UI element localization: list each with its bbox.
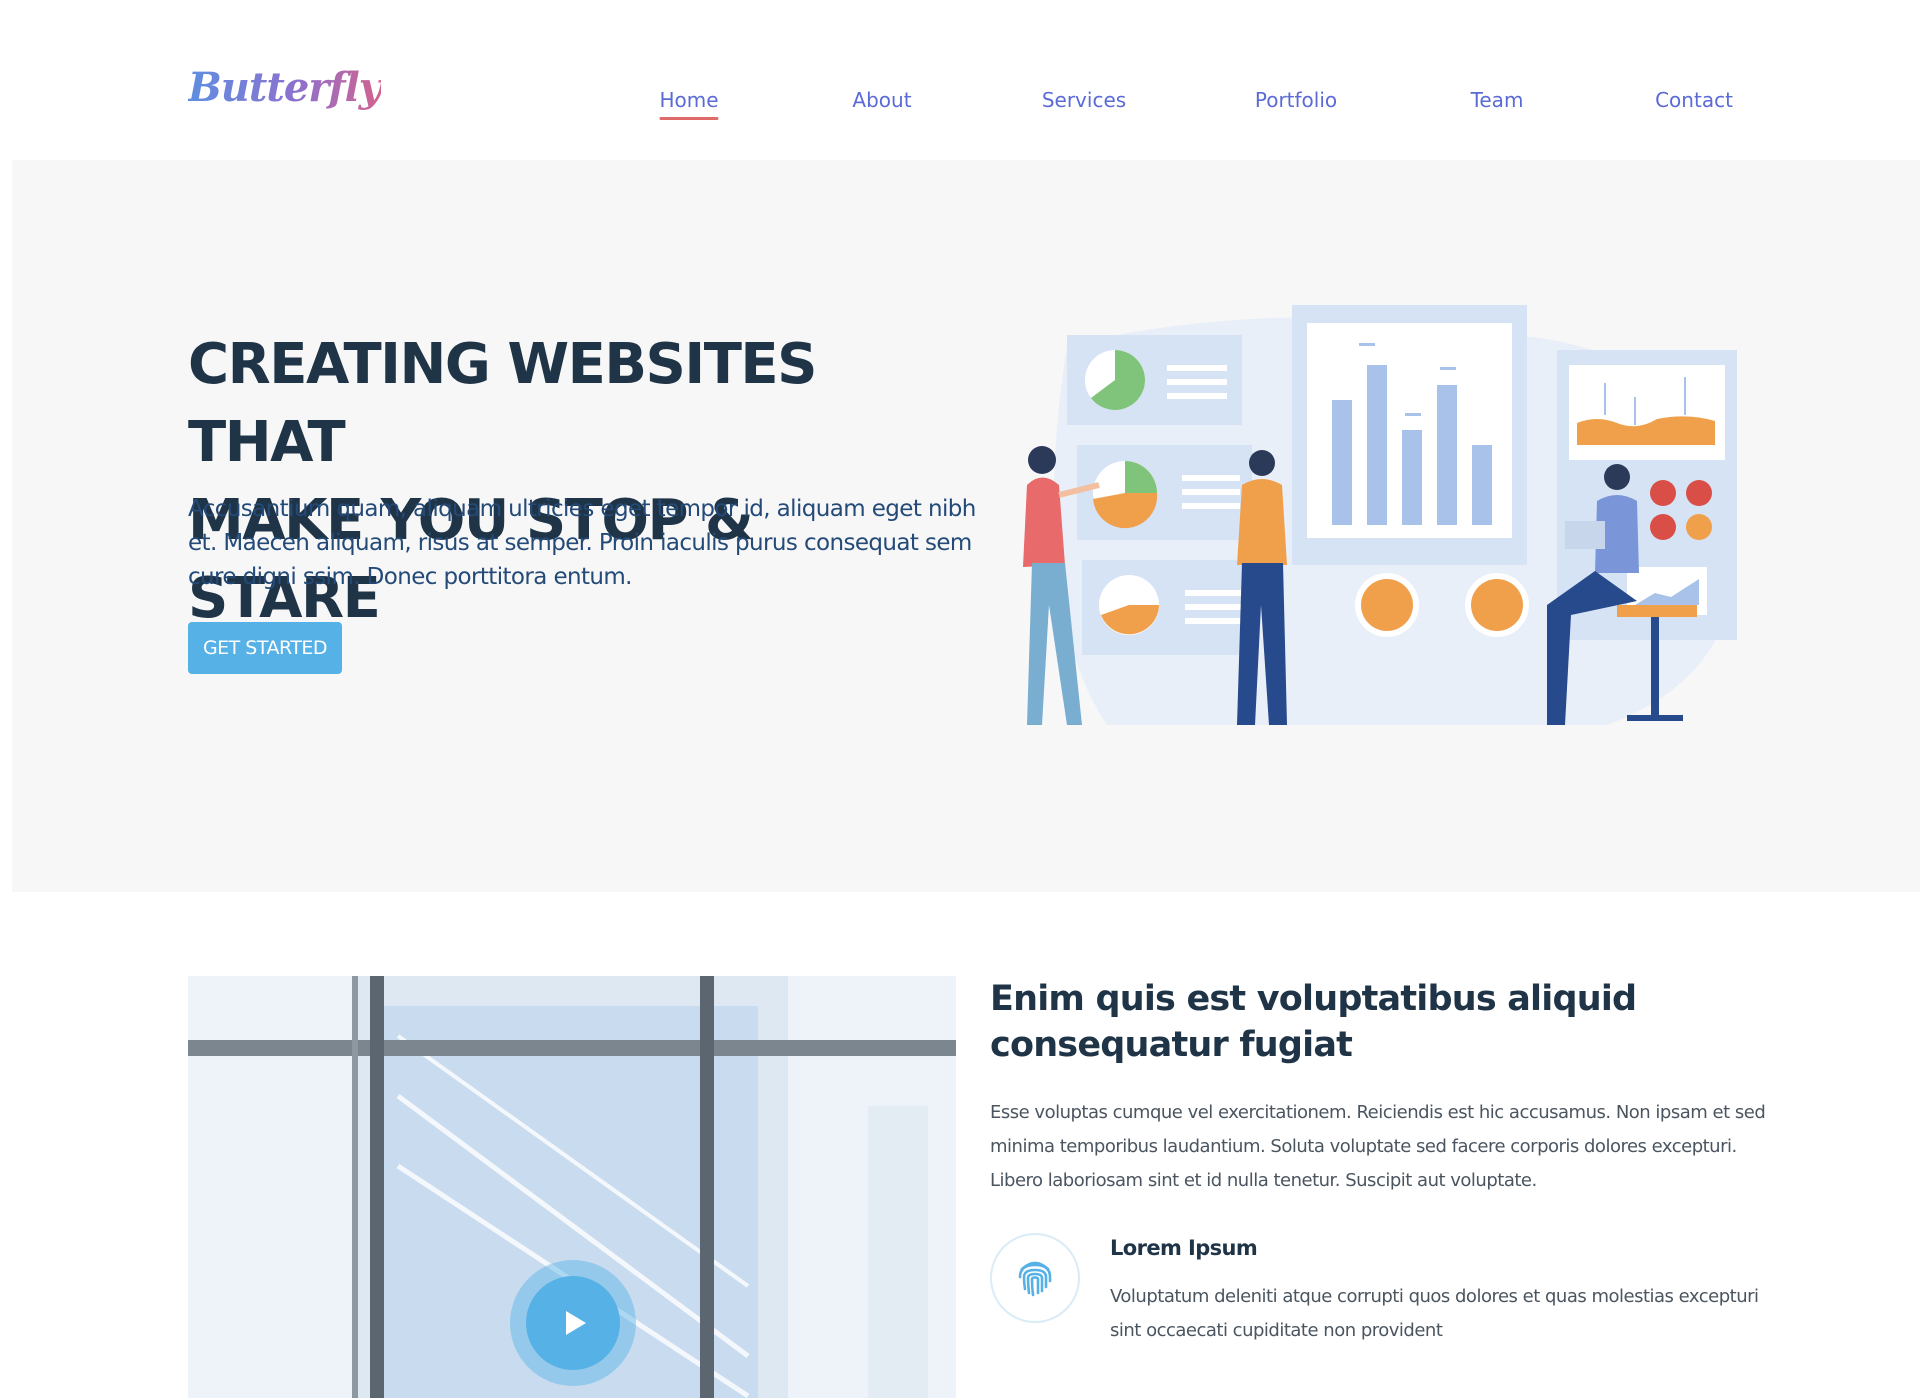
site-header: Butterfly Home About Services Portfolio … (0, 0, 1920, 160)
get-started-button[interactable]: GET STARTED (188, 622, 342, 674)
play-button[interactable] (526, 1276, 620, 1370)
feature-title: Lorem Ipsum (1110, 1236, 1258, 1260)
nav-about[interactable]: About (852, 88, 911, 112)
nav-contact[interactable]: Contact (1655, 88, 1733, 112)
main-nav: Home About Services Portfolio Team Conta… (0, 88, 1920, 128)
nav-portfolio[interactable]: Portfolio (1255, 88, 1337, 112)
about-description: Esse voluptas cumque vel exercitationem.… (990, 1102, 1766, 1191)
team-analytics-illustration (1023, 305, 1737, 725)
video-thumbnail[interactable] (188, 976, 956, 1398)
feature-icon-circle (990, 1233, 1080, 1323)
play-icon (566, 1311, 586, 1335)
hero-description: Accusantium quam, aliquam ultricies eget… (188, 496, 976, 590)
nav-team[interactable]: Team (1471, 88, 1524, 112)
fingerprint-icon (1018, 1261, 1052, 1297)
hero-section: CREATING WEBSITES THAT MAKE YOU STOP & S… (12, 160, 1920, 892)
nav-home[interactable]: Home (659, 88, 719, 120)
nav-services[interactable]: Services (1042, 88, 1126, 112)
feature-description: Voluptatum deleniti atque corrupti quos … (1110, 1286, 1759, 1341)
about-title: Enim quis est voluptatibus aliquid conse… (990, 979, 1637, 1065)
hero-title-line1: CREATING WEBSITES THAT (188, 332, 818, 475)
